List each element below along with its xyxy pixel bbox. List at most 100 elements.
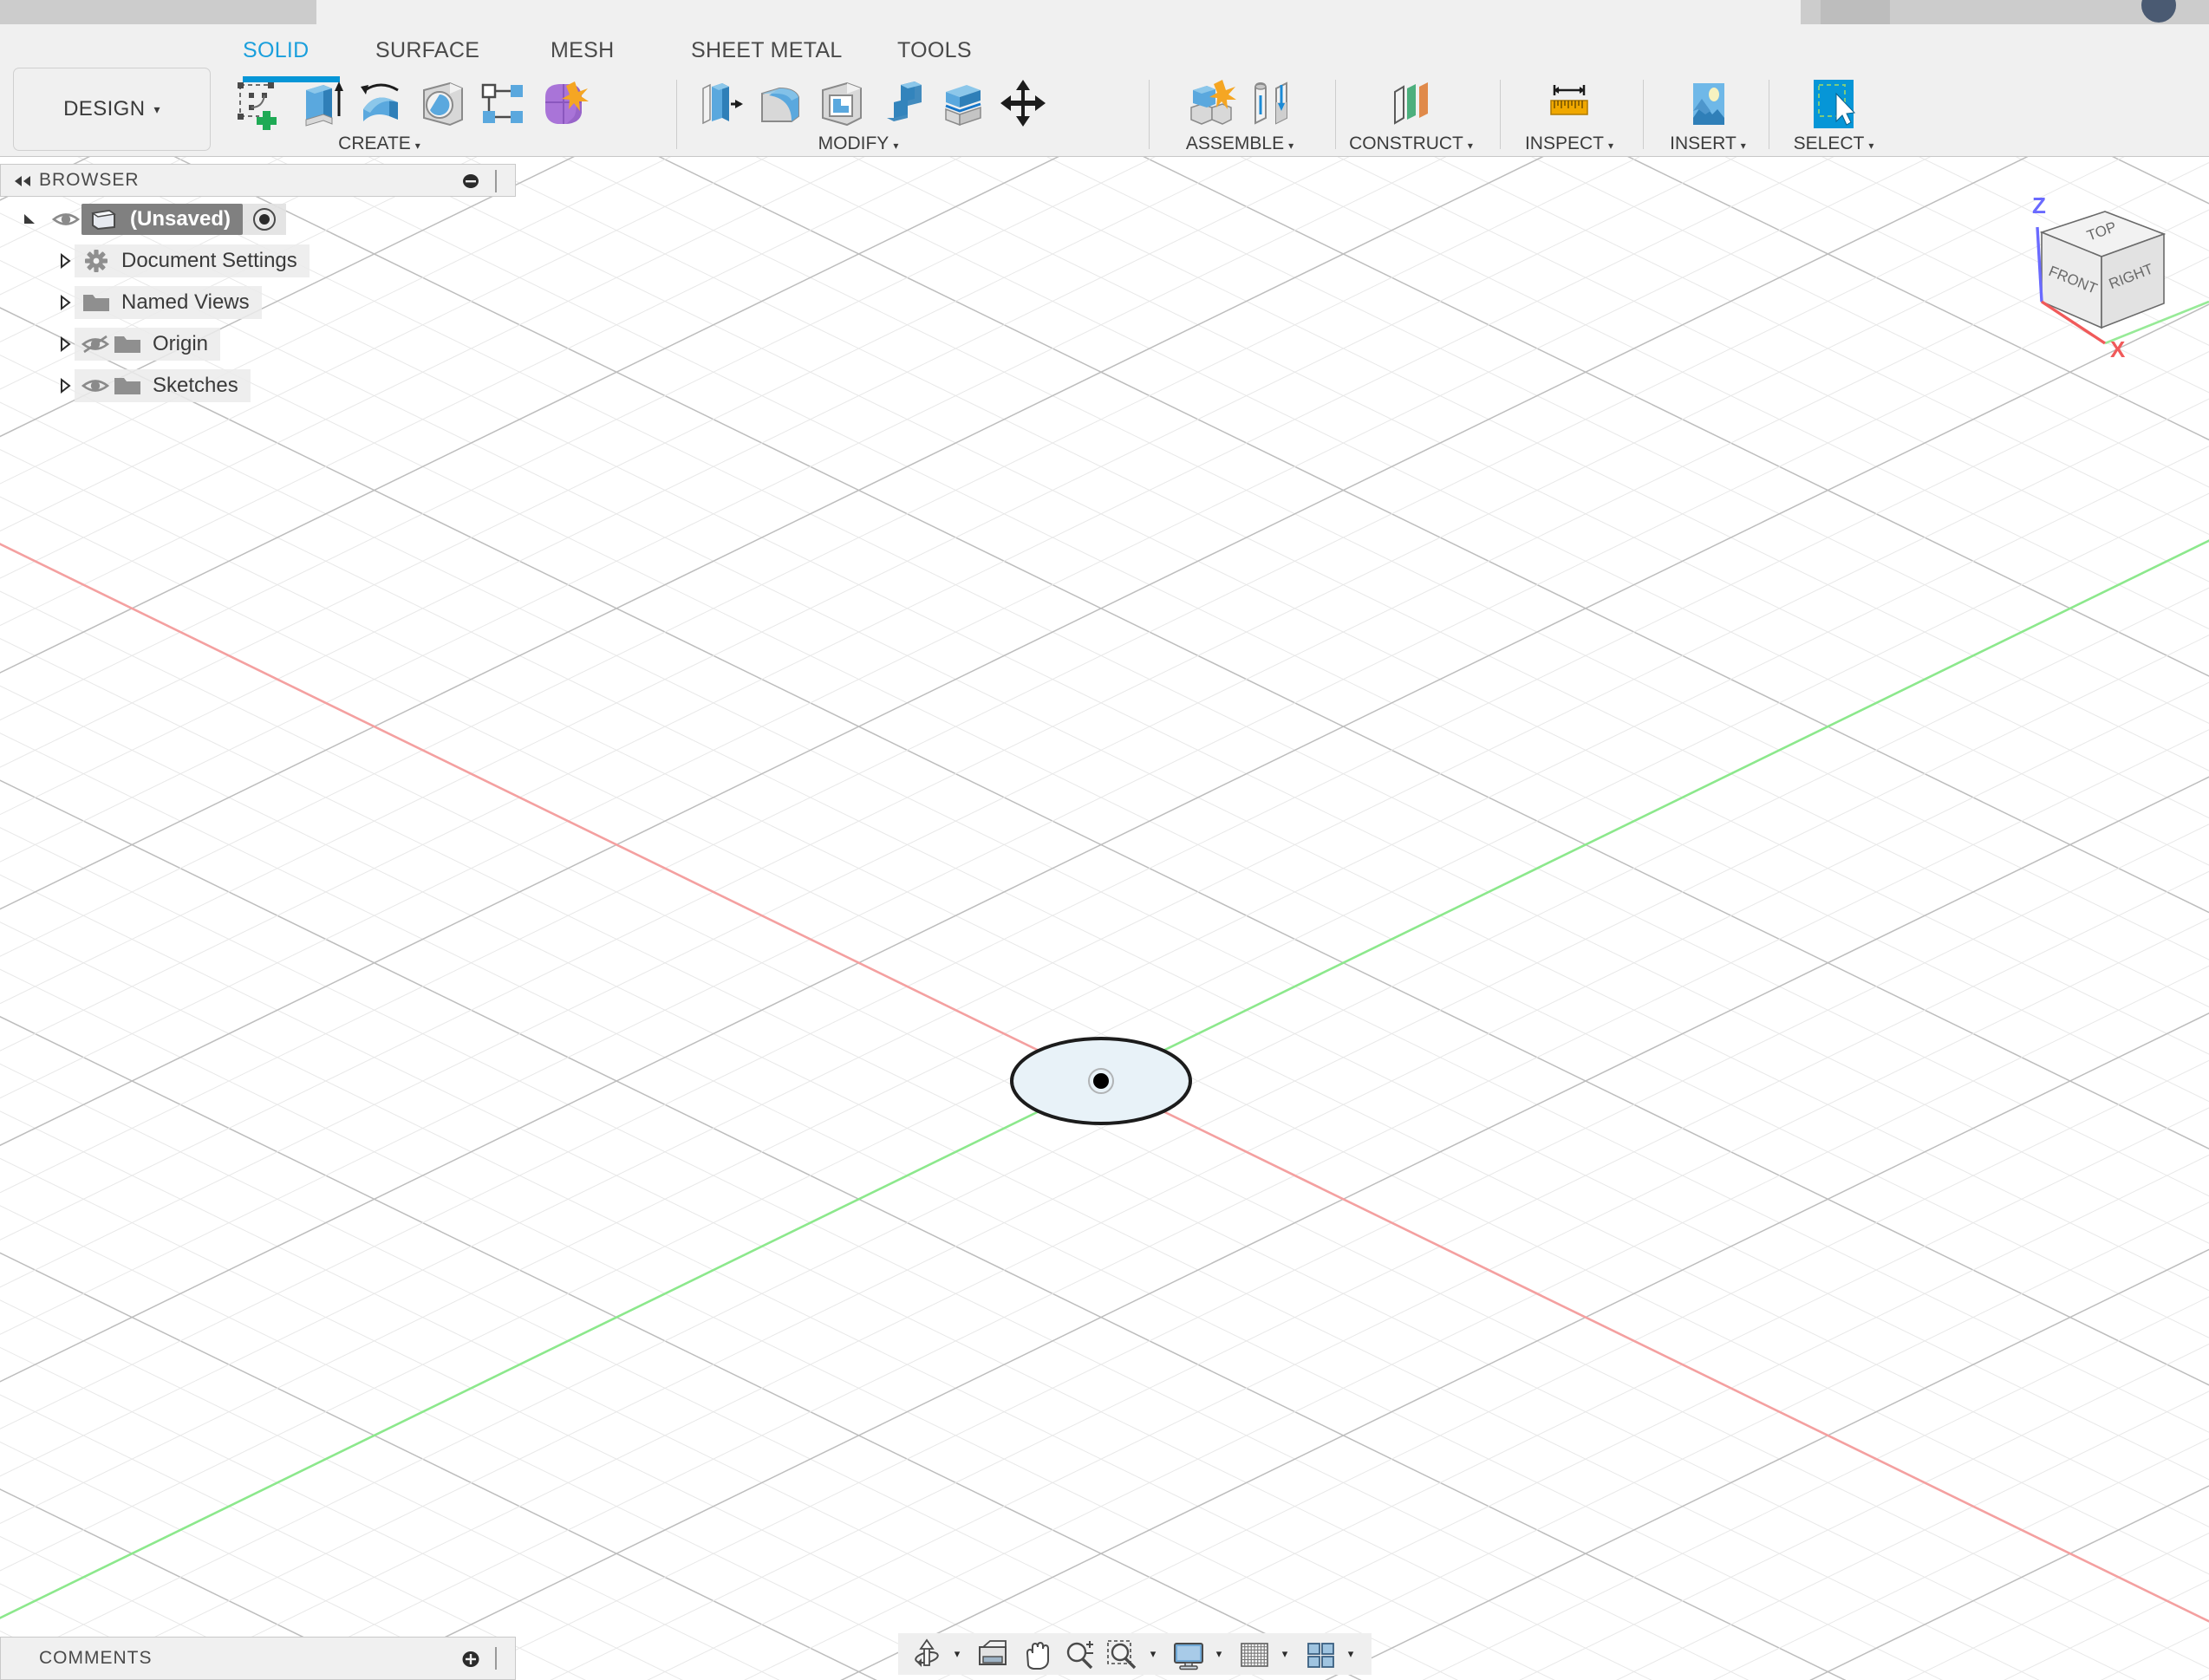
tree-item-container[interactable]: Sketches <box>75 369 251 402</box>
activate-component-radio[interactable] <box>251 206 277 232</box>
ribbon-group-label[interactable]: ASSEMBLE ▾ <box>1162 133 1318 154</box>
chevron-down-icon[interactable]: ▾ <box>948 1636 966 1672</box>
revolve-icon[interactable] <box>355 76 408 132</box>
tab-mesh[interactable]: MESH <box>551 38 614 63</box>
ribbon-group-icons <box>1782 75 1886 133</box>
chrome-bar-left <box>0 0 316 24</box>
grid-line-v <box>0 745 2209 1680</box>
chevron-down-icon[interactable]: ▾ <box>1210 1636 1228 1672</box>
grid-snaps-icon[interactable] <box>1235 1636 1274 1672</box>
viewports-icon[interactable] <box>1300 1636 1340 1672</box>
workspace-switcher-button[interactable]: DESIGN ▾ <box>13 68 211 151</box>
ribbon-group-assemble: ASSEMBLE ▾ <box>1162 75 1318 156</box>
comments-title: COMMENTS <box>39 1648 153 1668</box>
chevron-down-icon[interactable] <box>21 210 40 229</box>
gear-icon <box>85 250 108 272</box>
joint-icon[interactable] <box>1243 76 1297 132</box>
fillet-icon[interactable] <box>753 76 807 132</box>
display-settings-icon[interactable] <box>1169 1636 1209 1672</box>
grid-line-u <box>0 592 2209 1680</box>
grid-line-u <box>0 707 2209 1680</box>
ribbon-group-label[interactable]: MODIFY ▾ <box>689 133 1027 154</box>
combine-icon[interactable] <box>875 76 929 132</box>
chevron-down-icon[interactable]: ▾ <box>1276 1636 1293 1672</box>
ribbon-group-label[interactable]: SELECT ▾ <box>1782 133 1886 154</box>
view-cube[interactable]: TOPFRONT RIGHTZX <box>1994 173 2209 390</box>
offset-plane-icon[interactable] <box>1385 76 1438 132</box>
tree-item-container[interactable]: Origin <box>75 328 221 361</box>
chevron-right-icon[interactable] <box>55 376 75 395</box>
minimize-icon[interactable] <box>461 173 480 190</box>
view-cube-axis-label-x: X <box>2110 336 2126 362</box>
comments-panel: COMMENTS <box>0 1637 516 1680</box>
ribbon-group-icons <box>689 75 1046 133</box>
chevron-down-icon: ▾ <box>1467 140 1473 152</box>
chevron-right-icon[interactable] <box>55 251 75 270</box>
pan-icon[interactable] <box>1016 1636 1056 1672</box>
ribbon-group-separator <box>1149 80 1150 149</box>
visibility-hidden-icon[interactable] <box>80 333 111 355</box>
chevron-right-icon[interactable] <box>55 293 75 312</box>
rectangular-pattern-icon[interactable] <box>476 76 530 132</box>
add-comment-icon[interactable] <box>461 1650 480 1669</box>
form-icon[interactable] <box>537 76 590 132</box>
tree-item-label: Named Views <box>121 290 250 314</box>
tree-root-chip[interactable]: (Unsaved) <box>81 204 244 235</box>
hole-icon[interactable] <box>415 76 469 132</box>
tree-row[interactable]: Named Views <box>0 282 516 323</box>
tab-solid[interactable]: SOLID <box>243 38 310 63</box>
zoom-icon[interactable] <box>1059 1636 1099 1672</box>
shell-icon[interactable] <box>814 76 868 132</box>
panel-resize-grip[interactable] <box>494 170 498 192</box>
ribbon-group-label[interactable]: CONSTRUCT ▾ <box>1348 133 1474 154</box>
select-icon[interactable] <box>1807 76 1860 132</box>
ribbon-group-label-text: ASSEMBLE <box>1185 133 1285 153</box>
chevron-down-icon: ▾ <box>1288 140 1294 152</box>
new-component-icon[interactable] <box>1183 76 1236 132</box>
tree-row[interactable]: Sketches <box>0 365 516 407</box>
tab-tools[interactable]: TOOLS <box>897 38 972 63</box>
measure-icon[interactable] <box>1542 76 1596 132</box>
grid-line-v <box>0 1203 2209 1680</box>
chevron-down-icon[interactable]: ▾ <box>1342 1636 1359 1672</box>
grid-line-u <box>0 897 2209 1680</box>
ribbon-group-label-text: CREATE <box>338 133 411 153</box>
folder-icon <box>114 336 140 353</box>
split-face-icon[interactable] <box>935 76 989 132</box>
sketch-center-point[interactable] <box>1093 1073 1109 1089</box>
tab-surface[interactable]: SURFACE <box>375 38 479 63</box>
look-at-icon[interactable] <box>973 1636 1013 1672</box>
chrome-bar-right-highlight <box>1821 0 1890 24</box>
tree-item-container[interactable]: Named Views <box>75 286 262 319</box>
ribbon-group-label-text: SELECT <box>1793 133 1865 153</box>
tree-row[interactable]: (Unsaved) <box>0 199 516 240</box>
visibility-eye-icon[interactable] <box>50 208 81 231</box>
view-cube-axis-label-z: Z <box>2032 192 2046 218</box>
create-sketch-icon[interactable] <box>233 76 287 132</box>
chevron-down-icon: ▾ <box>1740 140 1746 152</box>
ribbon-group-label[interactable]: INSPECT ▾ <box>1513 133 1626 154</box>
comments-resize-grip[interactable] <box>494 1647 498 1670</box>
collapse-left-icon[interactable] <box>11 174 34 188</box>
chevron-down-icon[interactable]: ▾ <box>1144 1636 1162 1672</box>
tab-sheet-metal[interactable]: SHEET METAL <box>691 38 843 63</box>
orbit-icon[interactable] <box>907 1636 947 1672</box>
move-copy-icon[interactable] <box>996 76 1050 132</box>
ribbon-group-label-text: CONSTRUCT <box>1349 133 1463 153</box>
insert-image-icon[interactable] <box>1681 76 1735 132</box>
extrude-icon[interactable] <box>294 76 348 132</box>
grid-line-v <box>0 1356 2209 1680</box>
zoom-window-icon[interactable] <box>1103 1636 1143 1672</box>
browser-header: BROWSER <box>0 164 516 197</box>
ribbon-group-label[interactable]: INSERT ▾ <box>1656 133 1760 154</box>
grid-line-u <box>0 1318 2209 1680</box>
press-pull-icon[interactable] <box>693 76 746 132</box>
tree-row[interactable]: Origin <box>0 323 516 365</box>
visibility-eye-icon[interactable] <box>80 374 111 397</box>
tree-item-container[interactable]: Document Settings <box>75 244 310 277</box>
ribbon-group-label[interactable]: CREATE ▾ <box>230 133 529 154</box>
chevron-right-icon[interactable] <box>55 335 75 354</box>
tree-row[interactable]: Document Settings <box>0 240 516 282</box>
ribbon-toolbar: DESIGN ▾ SOLID SURFACE MESH SHEET METAL TOOL… <box>0 26 2209 157</box>
chevron-down-icon: ▾ <box>153 101 160 116</box>
